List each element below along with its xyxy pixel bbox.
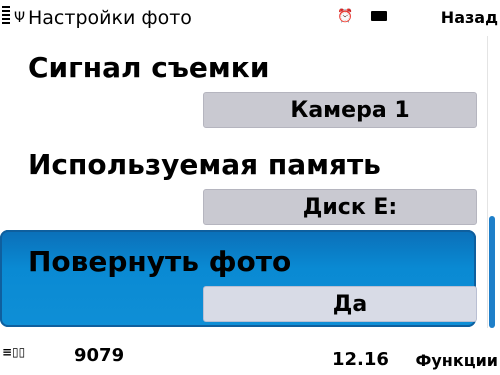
photo-count: 9079: [74, 345, 125, 366]
setting-value-text: Камера 1: [290, 98, 410, 123]
title-bar: Ψ Настройки фото ⏰ Назад: [0, 0, 500, 36]
signal-strength-icon: [2, 6, 10, 28]
clock: 12.16: [332, 349, 389, 370]
softkey-bar: ≡▯▯ 9079 12.16 Функции: [0, 336, 500, 375]
setting-value-text: Диск E:: [302, 195, 398, 220]
setting-value-text: Да: [332, 292, 368, 317]
scrollbar-thumb[interactable]: [489, 216, 495, 328]
setting-label: Повернуть фото: [28, 245, 292, 278]
settings-list: Сигнал съемки Камера 1 Используемая памя…: [0, 36, 480, 332]
setting-value[interactable]: Камера 1: [203, 92, 477, 128]
functions-button[interactable]: Функции: [416, 350, 499, 372]
antenna-icon: Ψ: [14, 10, 26, 26]
setting-label: Сигнал съемки: [28, 51, 270, 84]
setting-value[interactable]: Диск E:: [203, 189, 477, 225]
setting-memory-in-use[interactable]: Используемая память Диск E:: [0, 133, 480, 230]
scrollbar[interactable]: [487, 36, 496, 328]
setting-label: Используемая память: [28, 148, 381, 181]
battery-icon: [371, 11, 387, 21]
image-count-icon: ≡▯▯: [2, 345, 26, 359]
back-button[interactable]: Назад: [441, 6, 498, 30]
alarm-icon: ⏰: [337, 9, 354, 24]
setting-value[interactable]: Да: [203, 286, 477, 322]
page-title: Настройки фото: [28, 7, 192, 29]
setting-capture-sound[interactable]: Сигнал съемки Камера 1: [0, 36, 480, 133]
setting-rotate-photo[interactable]: Повернуть фото Да: [0, 230, 477, 327]
